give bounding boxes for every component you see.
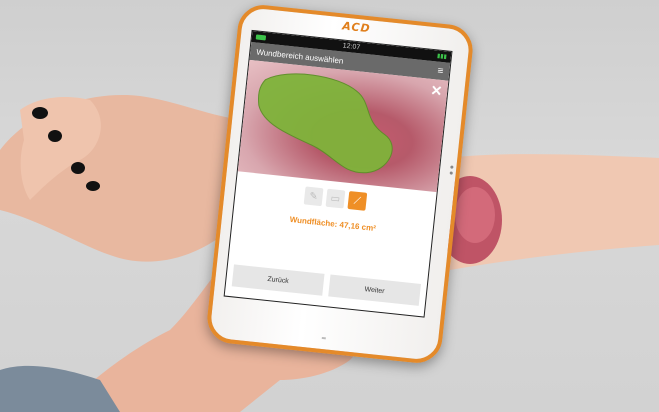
next-button[interactable]: Weiter	[328, 274, 421, 306]
wound-image[interactable]: ✕	[237, 59, 449, 193]
fingernail	[86, 181, 100, 191]
device-screen: 12:07 ▮▮▮ Wundbereich auswählen ≡ ✕ ✎ ▭ …	[223, 29, 453, 318]
eraser-tool-icon[interactable]: ▭	[325, 188, 346, 209]
sleeve	[0, 365, 120, 412]
back-button[interactable]: Zurück	[231, 264, 325, 296]
bottom-buttons: Zurück Weiter	[231, 264, 421, 306]
battery-icon	[255, 34, 267, 41]
status-time: 12:07	[342, 42, 361, 52]
close-icon[interactable]: ✕	[430, 82, 443, 99]
line-tool-icon[interactable]: ⟋	[347, 191, 368, 211]
signal-icon: ▮▮▮	[436, 53, 448, 61]
menu-icon[interactable]: ≡	[437, 65, 444, 77]
wound-outline	[257, 73, 393, 174]
fingernail	[32, 107, 48, 119]
fingernail	[71, 162, 85, 174]
wound-highlight	[455, 187, 495, 243]
fingernail	[48, 130, 62, 142]
tablet-device: ACD 12:07 ▮▮▮ Wundbereich auswählen ≡ ✕ …	[204, 2, 476, 366]
home-indicator	[321, 336, 326, 340]
pencil-tool-icon[interactable]: ✎	[303, 186, 324, 207]
